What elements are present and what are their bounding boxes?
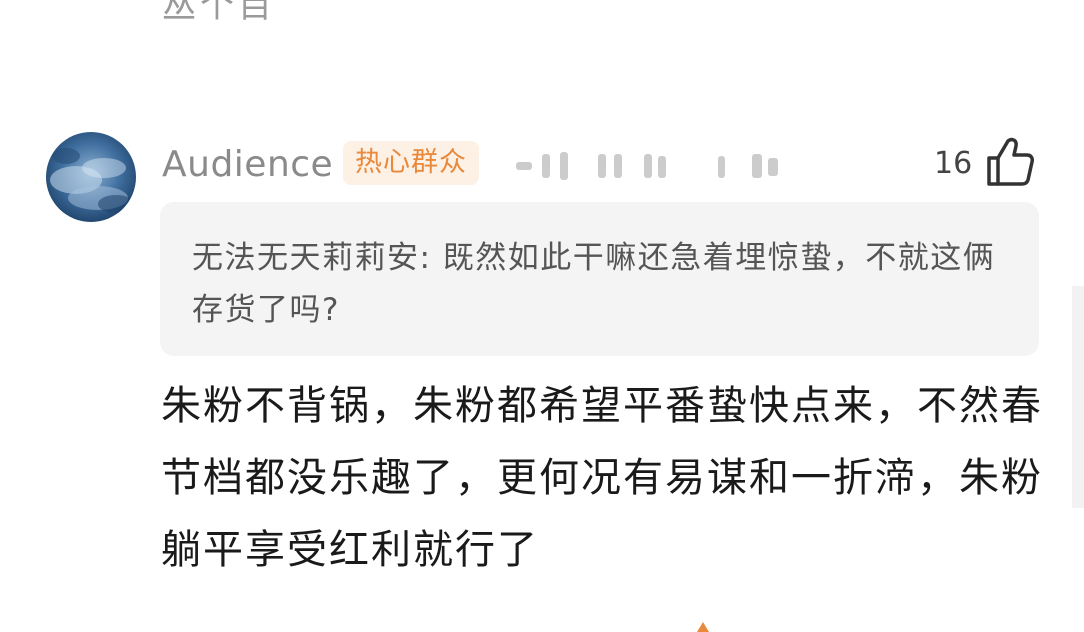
comment-body: 朱粉不背锅，朱粉都希望平番蛰快点来，不然春节档都没乐趣了，更何况有易谋和一折渧，…: [161, 383, 1043, 573]
avatar-image: [46, 132, 136, 222]
blurred-metadata: [516, 152, 778, 180]
quoted-author[interactable]: 无法无天莉莉安: [192, 240, 420, 276]
quoted-reply[interactable]: 无法无天莉莉安: 既然如此干嘛还急着埋惊蛰，不就这俩存货了吗?: [160, 202, 1039, 356]
scrollbar-track[interactable]: [1072, 286, 1084, 508]
quote-separator: :: [419, 240, 443, 276]
user-badge: 热心群众: [343, 141, 479, 185]
comment-item: Audience 热心群众 16 无法无天莉莉安: 既然如此干嘛还急着埋惊蛰，不…: [0, 0, 1084, 628]
username[interactable]: Audience: [162, 142, 333, 188]
thumbs-up-icon[interactable]: [985, 136, 1035, 188]
avatar[interactable]: [46, 132, 136, 222]
like-count: 16: [934, 146, 973, 181]
quoted-reply-text: 无法无天莉莉安: 既然如此干嘛还急着埋惊蛰，不就这俩存货了吗?: [192, 232, 1002, 336]
partial-icon: [697, 622, 709, 632]
